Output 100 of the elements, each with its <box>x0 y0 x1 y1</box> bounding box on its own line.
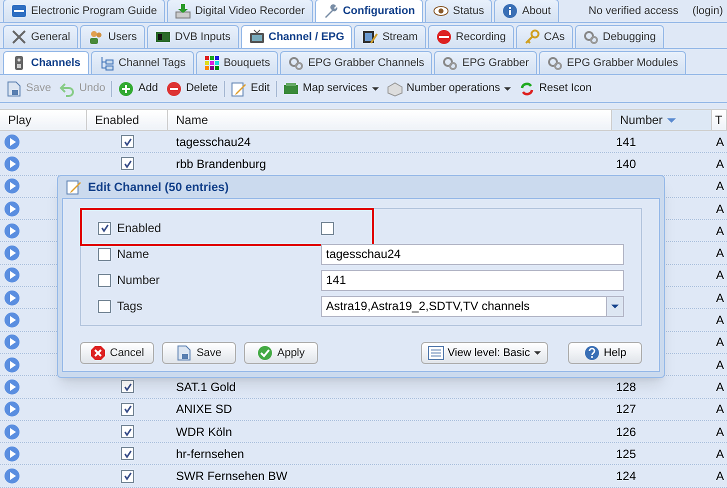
checkbox[interactable] <box>121 425 134 438</box>
table-cell-text: ANIXE SD <box>176 401 232 418</box>
table-row[interactable]: SWR Fernsehen BW 124 A <box>0 465 727 488</box>
column-header[interactable]: Number <box>612 110 712 130</box>
tab[interactable]: DVB Inputs <box>146 25 239 48</box>
table-cell-text: A <box>716 334 724 352</box>
tab[interactable]: Stream <box>354 25 426 48</box>
toolbar-button[interactable]: Reset Icon <box>517 78 594 100</box>
tab[interactable]: Status <box>424 0 492 22</box>
play-icon[interactable] <box>4 356 20 373</box>
toolbar-button[interactable]: Add <box>116 78 160 100</box>
tab[interactable]: General <box>3 25 78 48</box>
toolbar-button[interactable]: Edit <box>228 78 272 100</box>
play-icon[interactable] <box>4 178 20 194</box>
checkbox[interactable] <box>121 380 134 394</box>
table-row[interactable]: tagesschau24 141 A <box>0 131 727 154</box>
pencil-icon <box>66 179 82 195</box>
play-icon[interactable] <box>4 312 20 328</box>
play-icon[interactable] <box>4 378 20 395</box>
toolbar-button[interactable]: Map services <box>280 78 381 100</box>
record-icon <box>436 29 452 45</box>
tab[interactable]: Digital Video Recorder <box>166 0 313 22</box>
tab[interactable]: Electronic Program Guide <box>3 0 165 22</box>
table-cell-text: 125 <box>616 446 636 463</box>
login-link[interactable]: (login) <box>692 2 723 20</box>
input-field[interactable]: 141 <box>321 270 624 290</box>
toolbar-button[interactable]: Number operations <box>384 78 514 100</box>
checkbox[interactable] <box>121 470 134 483</box>
table-cell-text: rbb Brandenburg <box>176 156 266 173</box>
table-cell-text: 140 <box>616 156 636 173</box>
checkbox[interactable] <box>121 447 134 460</box>
table-cell-text: SAT.1 Gold <box>176 378 236 396</box>
help-icon <box>584 345 600 361</box>
play-icon[interactable] <box>4 424 20 440</box>
table-cell-text: WDR Köln <box>176 424 232 440</box>
tags-combo[interactable]: Astra19,Astra19_2,SDTV,TV channels <box>321 296 624 316</box>
tab[interactable]: EPG Grabber Modules <box>538 51 686 74</box>
tab[interactable]: Channel Tags <box>90 51 194 74</box>
dialog-button[interactable]: Apply <box>244 342 318 364</box>
play-icon[interactable] <box>4 134 20 150</box>
delete-icon <box>166 80 182 96</box>
column-header[interactable]: T <box>712 110 727 130</box>
play-icon[interactable] <box>4 401 20 418</box>
tab[interactable]: EPG Grabber Channels <box>280 51 432 74</box>
play-icon[interactable] <box>4 446 20 462</box>
checkbox[interactable] <box>98 300 111 312</box>
play-icon[interactable] <box>4 267 20 284</box>
tab[interactable]: Bouquets <box>196 51 278 74</box>
play-icon[interactable] <box>4 468 20 484</box>
tab[interactable]: Configuration <box>314 0 423 22</box>
table-cell-text: A <box>716 222 724 240</box>
table-cell-text: A <box>716 134 724 151</box>
toolbar-button[interactable]: Delete <box>164 78 220 100</box>
table-cell-text: A <box>716 446 724 463</box>
table-cell-text: A <box>716 267 724 284</box>
table-row[interactable]: SAT.1 Gold 128 A <box>0 376 727 399</box>
sort-down-icon <box>666 118 676 122</box>
undo-icon <box>59 80 76 96</box>
checkbox[interactable] <box>121 135 134 148</box>
table-cell-text: 127 <box>616 401 636 418</box>
play-icon[interactable] <box>4 245 20 262</box>
play-icon[interactable] <box>4 222 20 239</box>
tab[interactable]: Channel / EPG <box>240 25 352 48</box>
tab[interactable]: Recording <box>428 25 514 48</box>
table-cell-text: A <box>716 290 724 307</box>
checkbox[interactable] <box>98 248 111 260</box>
checkbox[interactable] <box>121 402 134 416</box>
field-label: Enabled <box>117 220 162 237</box>
checkbox[interactable] <box>121 157 134 170</box>
gears-icon <box>288 55 304 71</box>
view-level-button[interactable]: View level: Basic <box>420 342 548 364</box>
table-cell-text: A <box>716 178 724 196</box>
tab[interactable]: Channels <box>3 51 89 74</box>
value-checkbox[interactable] <box>321 222 334 234</box>
tab[interactable]: Debugging <box>574 25 664 48</box>
tab[interactable]: EPG Grabber <box>434 51 537 74</box>
help-button[interactable]: Help <box>568 342 642 364</box>
input-field[interactable]: tagesschau24 <box>321 244 624 264</box>
table-row[interactable]: WDR Köln 126 A <box>0 420 727 444</box>
column-header[interactable]: Play <box>0 110 87 130</box>
gears-icon <box>546 55 563 71</box>
play-icon[interactable] <box>4 200 20 217</box>
dialog-button[interactable]: Cancel <box>80 342 154 364</box>
play-icon[interactable] <box>4 334 20 350</box>
play-icon[interactable] <box>4 290 20 306</box>
field-label: Name <box>117 246 150 263</box>
tab[interactable]: Users <box>80 25 145 48</box>
table-cell-text: tagesschau24 <box>176 134 251 151</box>
info-icon <box>502 3 518 19</box>
checkbox[interactable] <box>98 274 111 286</box>
play-icon[interactable] <box>4 156 20 172</box>
dialog-button[interactable]: Save <box>162 342 236 364</box>
table-row[interactable]: hr-fernsehen 125 A <box>0 443 727 466</box>
table-row[interactable]: rbb Brandenburg 140 A <box>0 153 727 176</box>
tab[interactable]: CAs <box>516 25 573 48</box>
table-row[interactable]: ANIXE SD 127 A <box>0 398 727 421</box>
tab[interactable]: About <box>494 0 559 22</box>
checkbox[interactable] <box>98 222 111 234</box>
column-header[interactable]: Enabled <box>87 110 168 130</box>
dialog-title: Edit Channel (50 entries) <box>88 179 229 196</box>
